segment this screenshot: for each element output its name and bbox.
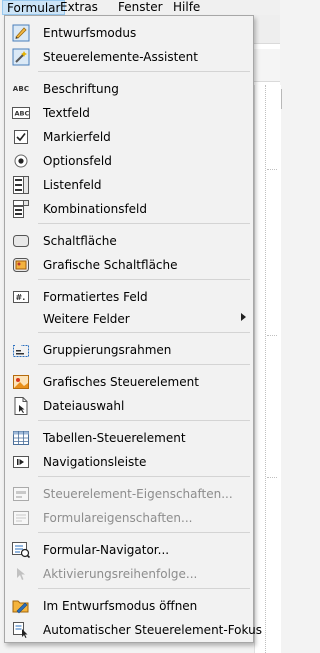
menu-item-label: Steuerelement-Eigenschaften... — [43, 487, 233, 501]
menu-item-formatiertes-feld[interactable]: #. Formatiertes Feld — [6, 285, 252, 309]
menu-item-listenfeld[interactable]: Listenfeld — [6, 173, 252, 197]
menu-item-label: Optionsfeld — [43, 154, 112, 168]
menu-item-label: Entwurfsmodus — [43, 26, 137, 40]
open-in-design-mode-icon — [12, 597, 30, 615]
menu-item-label: Kombinationsfeld — [43, 202, 148, 216]
image-control-icon — [12, 373, 30, 391]
navigation-bar-icon — [12, 453, 30, 471]
menu-item-entwurfsmodus[interactable]: Entwurfsmodus — [6, 21, 252, 45]
menu-separator — [38, 223, 250, 224]
menu-separator — [38, 279, 250, 280]
menu-item-label: Navigationsleiste — [43, 455, 147, 469]
background-document-page — [254, 85, 281, 653]
menu-item-label: Textfeld — [43, 106, 90, 120]
menu-item-label: Markierfeld — [43, 130, 111, 144]
checkbox-icon — [12, 128, 30, 146]
auto-control-focus-icon — [12, 621, 30, 639]
listbox-icon — [12, 176, 30, 194]
menu-item-label: Aktivierungsreihenfolge... — [43, 567, 198, 581]
menu-item-schaltflaeche[interactable]: Schaltfläche — [6, 229, 252, 253]
document-margin-guide — [265, 85, 280, 653]
menu-item-label: Formular-Navigator... — [43, 543, 170, 557]
menu-hilfe[interactable]: Hilfe — [169, 0, 204, 15]
menu-item-label: Formatiertes Feld — [43, 290, 148, 304]
menu-item-weitere-felder[interactable]: Weitere Felder — [6, 307, 252, 331]
menu-item-dateiauswahl[interactable]: Dateiauswahl — [6, 394, 252, 418]
control-properties-icon — [12, 485, 30, 503]
menu-item-label: Schaltfläche — [43, 234, 117, 248]
menu-item-grafische-schaltflaeche[interactable]: Grafische Schaltfläche — [6, 253, 252, 277]
menu-item-steuerelement-eigenschaften: Steuerelement-Eigenschaften... — [6, 482, 252, 506]
menu-separator — [38, 332, 250, 333]
design-mode-icon — [12, 24, 30, 42]
menu-item-label: Formulareigenschaften... — [43, 511, 193, 525]
menu-item-label: Gruppierungsrahmen — [43, 343, 172, 357]
menu-item-label: Im Entwurfsmodus öffnen — [43, 599, 198, 613]
menu-item-label: Dateiauswahl — [43, 399, 125, 413]
background-toolbar — [254, 15, 280, 44]
formular-menu-popup: Entwurfsmodus Steuerelemente-Assistent A… — [4, 15, 262, 643]
document-margin-guide — [267, 335, 277, 336]
menu-item-label: Beschriftung — [43, 82, 119, 96]
svg-text:ABC: ABC — [15, 110, 30, 118]
group-box-icon — [12, 341, 30, 359]
menu-item-label: Grafisches Steuerelement — [43, 375, 199, 389]
menu-fenster[interactable]: Fenster — [114, 0, 167, 15]
menu-item-label: Steuerelemente-Assistent — [43, 50, 198, 64]
menu-item-aktivierungsreihenfolge: Aktivierungsreihenfolge... — [6, 562, 252, 586]
menu-item-automatischer-steuerelement-fokus[interactable]: Automatischer Steuerelement-Fokus — [6, 618, 262, 642]
push-button-icon — [12, 232, 30, 250]
textbox-icon: ABC — [12, 104, 30, 122]
menu-item-label: Tabellen-Steuerelement — [43, 431, 186, 445]
menu-item-formulareigenschaften: Formulareigenschaften... — [6, 506, 252, 530]
menu-item-label: Listenfeld — [43, 178, 102, 192]
radio-button-icon — [12, 152, 30, 170]
menu-item-label: Grafische Schaltfläche — [43, 258, 178, 272]
menu-separator — [38, 364, 250, 365]
menu-item-gruppierungsrahmen[interactable]: Gruppierungsrahmen — [6, 338, 252, 362]
control-wizard-icon — [12, 48, 30, 66]
menu-separator — [38, 532, 250, 533]
menu-separator — [38, 476, 250, 477]
background-formatting-bar — [254, 49, 282, 109]
menu-item-textfeld[interactable]: ABC Textfeld — [6, 101, 252, 125]
menu-item-formular-navigator[interactable]: Formular-Navigator... — [6, 538, 252, 562]
document-margin-guide — [267, 477, 277, 478]
menu-item-im-entwurfsmodus-oeffnen[interactable]: Im Entwurfsmodus öffnen — [6, 594, 252, 618]
menu-item-tabellen-steuerelement[interactable]: Tabellen-Steuerelement — [6, 426, 252, 450]
image-button-icon — [12, 256, 30, 274]
file-selection-icon — [12, 397, 30, 415]
menu-item-beschriftung[interactable]: ABC Beschriftung — [6, 77, 252, 101]
menu-item-label: Weitere Felder — [43, 312, 130, 326]
form-navigator-icon — [12, 541, 30, 559]
menu-item-kombinationsfeld[interactable]: Kombinationsfeld — [6, 197, 252, 221]
menu-separator — [38, 588, 250, 589]
menu-item-steuerelemente-assistent[interactable]: Steuerelemente-Assistent — [6, 45, 252, 69]
activation-order-icon — [12, 565, 30, 583]
document-margin-guide — [267, 169, 277, 170]
menu-item-markierfeld[interactable]: Markierfeld — [6, 125, 252, 149]
menu-item-optionsfeld[interactable]: Optionsfeld — [6, 149, 252, 173]
submenu-arrow-icon — [241, 313, 246, 321]
menu-item-navigationsleiste[interactable]: Navigationsleiste — [6, 450, 252, 474]
formatted-field-icon: #. — [12, 288, 30, 306]
menu-extras[interactable]: Extras — [56, 0, 102, 15]
menubar: Formular Extras Fenster Hilfe — [0, 0, 280, 15]
background-document-area — [254, 15, 282, 653]
table-control-icon — [12, 429, 30, 447]
svg-text:#.: #. — [16, 293, 26, 302]
menu-separator — [38, 420, 250, 421]
combobox-icon — [12, 200, 30, 218]
menu-item-label: Automatischer Steuerelement-Fokus — [43, 623, 262, 637]
form-properties-icon — [12, 509, 30, 527]
menu-item-grafisches-steuerelement[interactable]: Grafisches Steuerelement — [6, 370, 252, 394]
label-abc-icon: ABC — [12, 85, 30, 93]
menu-separator — [38, 71, 250, 72]
